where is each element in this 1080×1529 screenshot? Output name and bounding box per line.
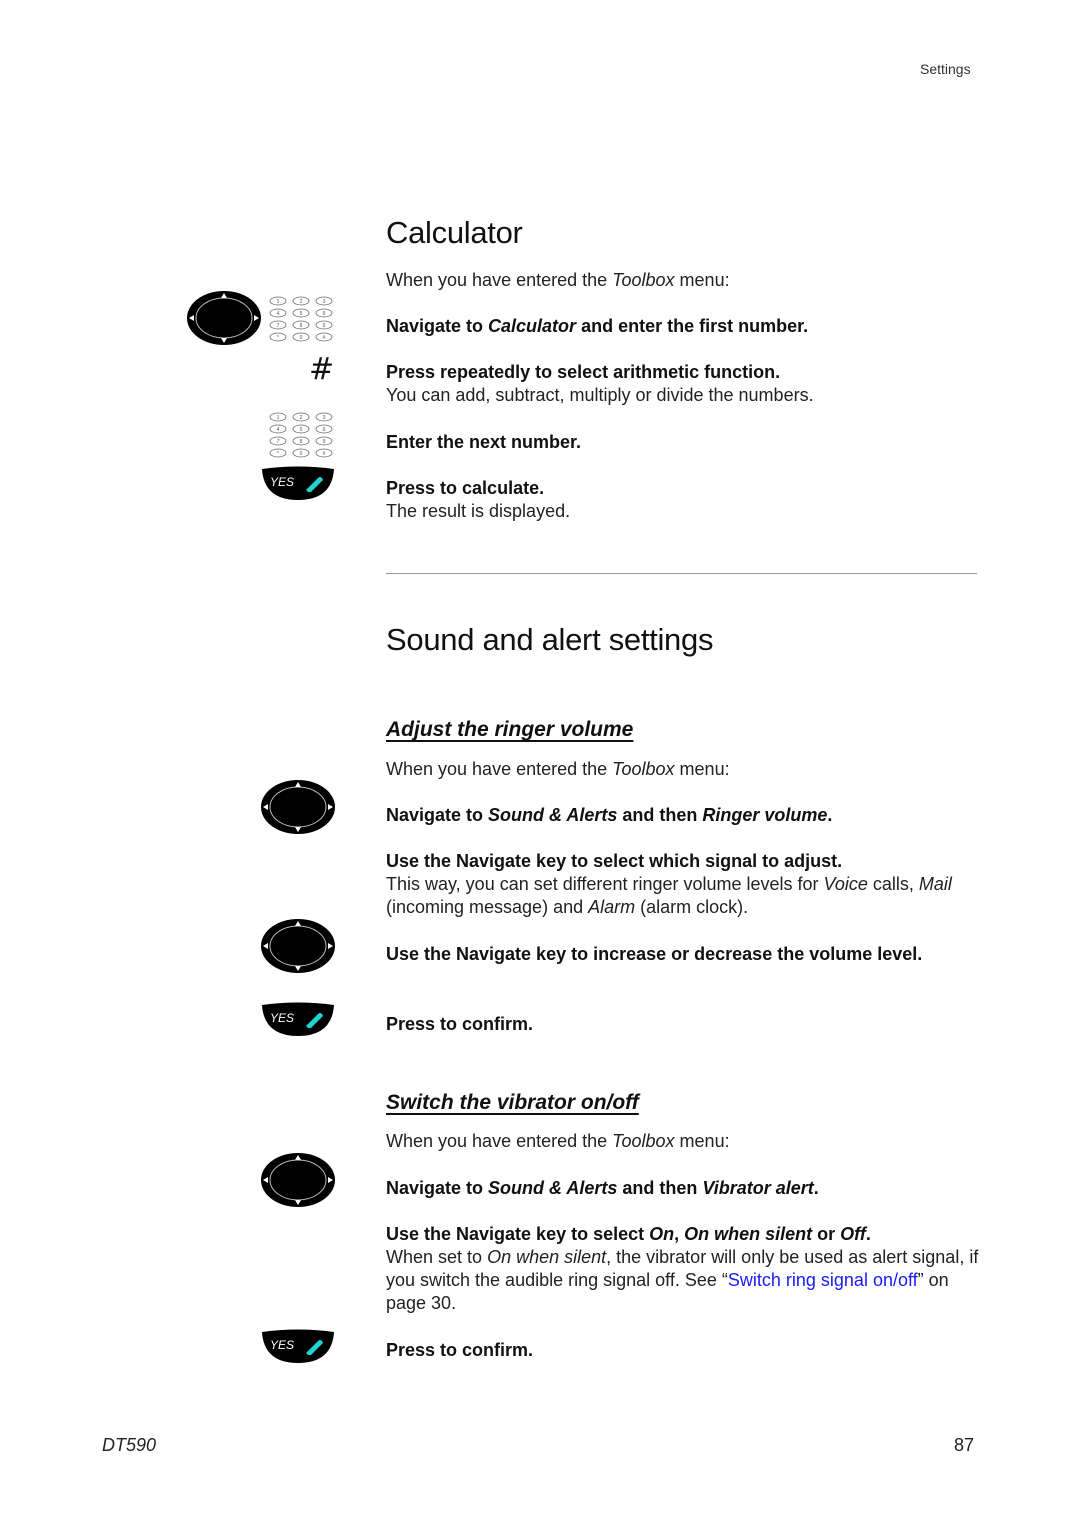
calculator-intro: When you have entered the Toolbox menu: <box>386 270 730 290</box>
vibrator-step-1: Navigate to Sound & Alerts and then Vibr… <box>386 1178 819 1198</box>
keypad-icon <box>268 412 334 458</box>
ringer-step-1: Navigate to Sound & Alerts and then Ring… <box>386 805 833 825</box>
calculator-title: Calculator <box>386 215 523 250</box>
yes-key-icon <box>260 466 336 502</box>
yes-key-icon <box>260 1329 336 1365</box>
hash-key-icon: # <box>309 352 335 387</box>
ringer-intro: When you have entered the Toolbox menu: <box>386 759 730 779</box>
running-header: Settings <box>920 61 971 77</box>
navigate-key-icon <box>186 290 262 346</box>
ringer-subtitle: Adjust the ringer volume <box>386 718 634 741</box>
calc-step-3: Enter the next number. <box>386 432 582 452</box>
ringer-step-3: Use the Navigate key to increase or decr… <box>386 944 923 964</box>
footer-model: DT590 <box>102 1435 157 1455</box>
navigate-key-icon <box>260 1152 336 1208</box>
calc-step-2: Press repeatedly to select arithmetic fu… <box>386 362 814 405</box>
page-number: 87 <box>954 1435 975 1455</box>
calc-step-4: Press to calculate. The result is displa… <box>386 478 571 521</box>
sound-title: Sound and alert settings <box>386 622 714 657</box>
ringer-step-4: Press to confirm. <box>386 1014 534 1034</box>
vibrator-intro: When you have entered the Toolbox menu: <box>386 1131 730 1151</box>
ringer-step-2: Use the Navigate key to select which sig… <box>386 851 952 917</box>
navigate-key-icon <box>260 779 336 835</box>
navigate-key-icon <box>260 918 336 974</box>
section-divider <box>386 573 977 574</box>
cross-reference-link[interactable]: Switch ring signal on/off <box>728 1270 918 1290</box>
vibrator-step-3: Press to confirm. <box>386 1340 534 1360</box>
vibrator-subtitle: Switch the vibrator on/off <box>386 1091 639 1114</box>
yes-key-icon <box>260 1002 336 1038</box>
calc-step-1: Navigate to Calculator and enter the fir… <box>386 316 809 336</box>
keypad-icon <box>268 296 334 342</box>
vibrator-step-2: Use the Navigate key to select On, On wh… <box>386 1224 979 1313</box>
